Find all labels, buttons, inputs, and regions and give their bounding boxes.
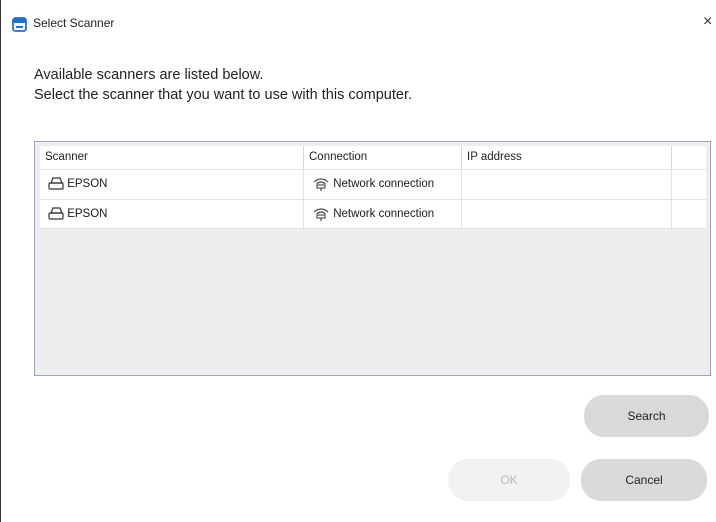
search-button[interactable]: Search: [584, 395, 709, 437]
extra-cell: [672, 170, 706, 199]
scanner-name: EPSON: [67, 178, 108, 190]
instructions: Available scanners are listed below. Sel…: [34, 65, 412, 105]
instruction-line-2: Select the scanner that you want to use …: [34, 87, 413, 103]
scanner-cell: EPSON: [40, 200, 304, 229]
ok-button[interactable]: OK: [448, 459, 570, 501]
scanner-list[interactable]: Scanner Connection IP address EPSON Netw…: [34, 141, 711, 376]
column-header-ip-address[interactable]: IP address: [462, 146, 672, 169]
column-header-scanner[interactable]: Scanner: [40, 146, 304, 169]
printer-icon: [48, 177, 67, 190]
table-header: Scanner Connection IP address: [40, 146, 706, 169]
cancel-button[interactable]: Cancel: [581, 459, 707, 501]
table-row[interactable]: EPSON Network connection: [40, 199, 706, 229]
select-scanner-dialog: Select Scanner × Available scanners are …: [0, 0, 716, 522]
connection-type: Network connection: [333, 178, 435, 190]
column-header-connection[interactable]: Connection: [304, 146, 462, 169]
network-icon: [312, 178, 333, 191]
title-bar: Select Scanner ×: [1, 0, 716, 46]
instruction-line-1: Available scanners are listed below.: [34, 67, 264, 83]
close-button[interactable]: ×: [703, 12, 716, 32]
scanner-app-icon: [12, 17, 27, 32]
ip-address-cell: [462, 200, 672, 229]
scanner-name: EPSON: [67, 208, 108, 220]
ip-address-cell: [462, 170, 672, 199]
network-icon: [312, 208, 333, 221]
printer-icon: [48, 207, 67, 220]
column-header-extra: [672, 146, 706, 169]
connection-type: Network connection: [333, 208, 435, 220]
window-title: Select Scanner: [33, 16, 115, 30]
table-row[interactable]: EPSON Network connection: [40, 169, 706, 199]
connection-cell: Network connection: [304, 200, 462, 229]
connection-cell: Network connection: [304, 170, 462, 199]
scanner-cell: EPSON: [40, 170, 304, 199]
extra-cell: [672, 200, 706, 229]
